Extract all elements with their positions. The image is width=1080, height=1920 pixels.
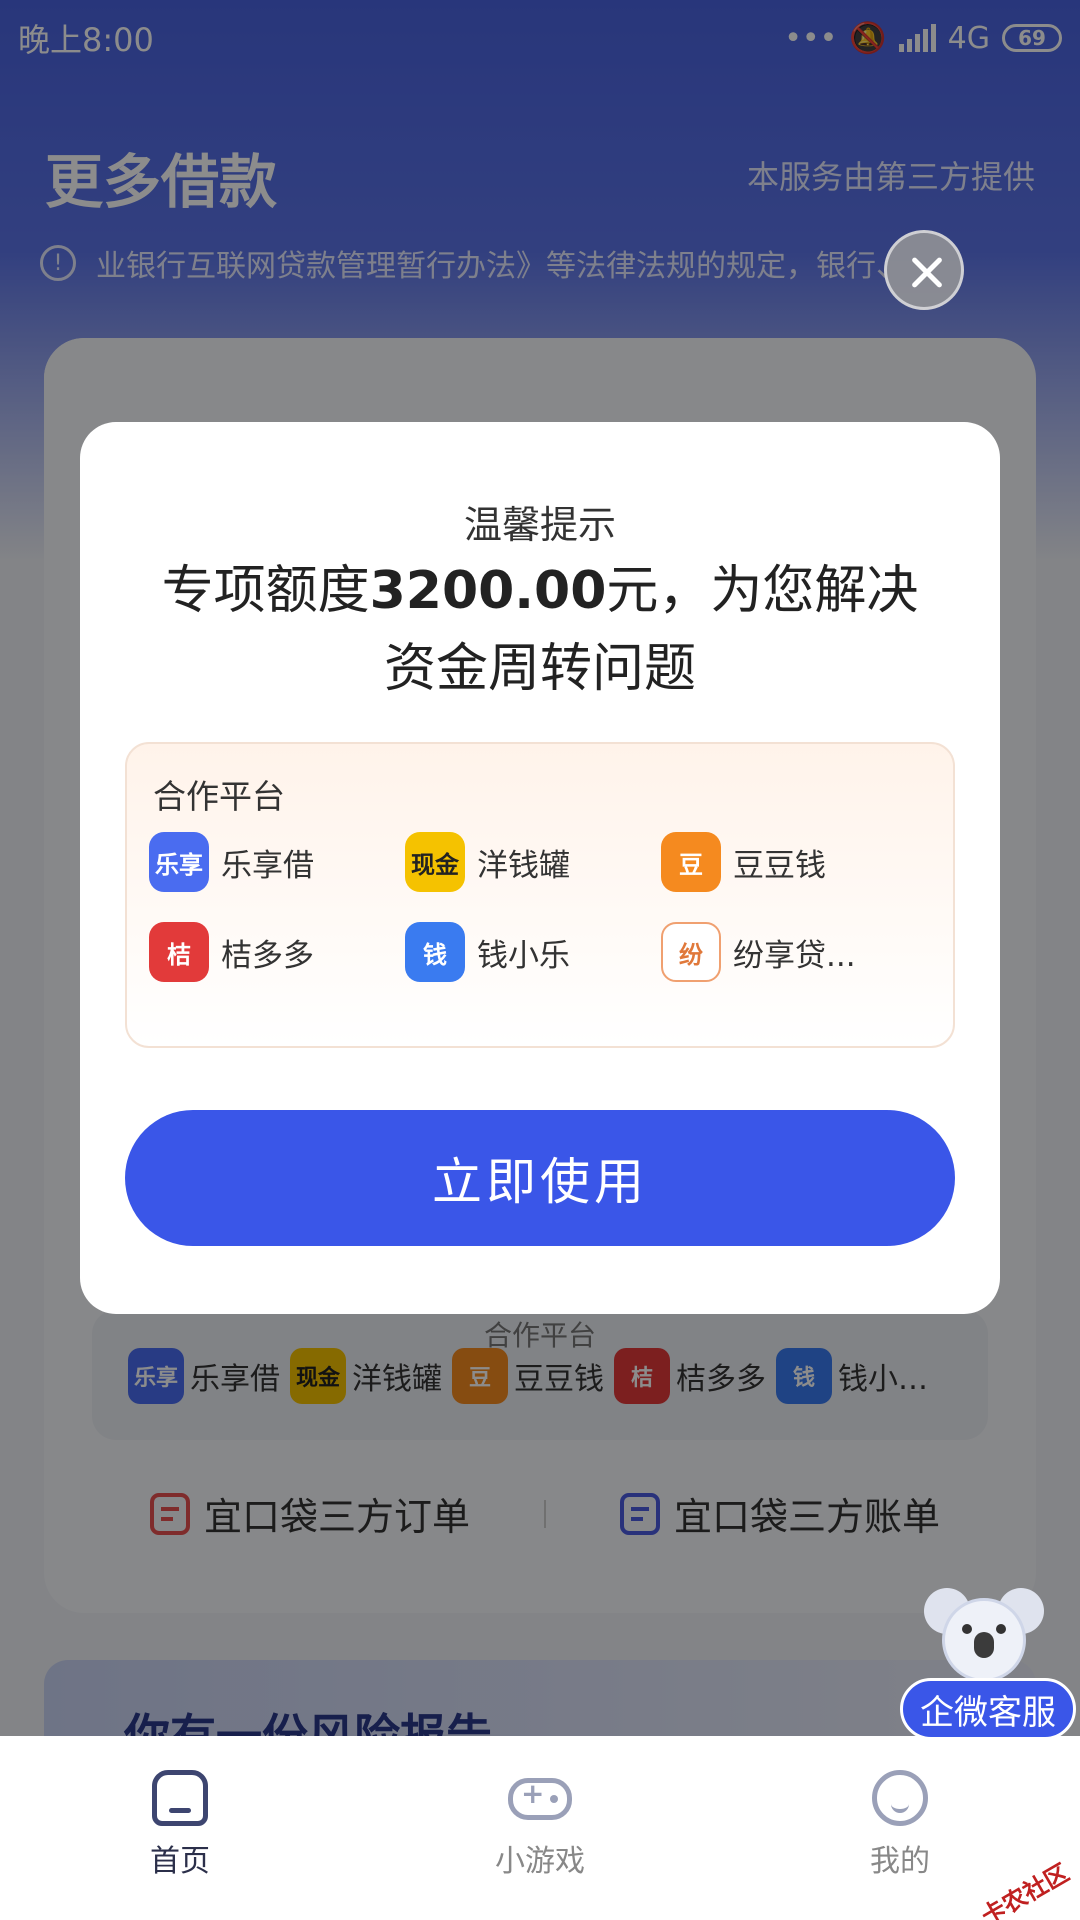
platform-name: 豆豆钱 <box>733 847 826 884</box>
doudouqian-logo-icon: 豆 <box>661 832 721 892</box>
platform-grid: 乐享 乐享借 现金 洋钱罐 豆 豆豆钱 桔 桔多多 钱 钱小乐 纷 纷享贷... <box>149 832 917 982</box>
profile-icon <box>872 1770 928 1826</box>
platform-item[interactable]: 现金 洋钱罐 <box>405 832 661 892</box>
dialog-title: 温馨提示 <box>463 503 616 547</box>
platform-item[interactable]: 钱 钱小乐 <box>405 922 661 982</box>
service-label: 企微客服 <box>900 1678 1076 1740</box>
platform-name: 桔多多 <box>221 937 314 974</box>
partner-platforms: 合作平台 乐享 乐享借 现金 洋钱罐 豆 豆豆钱 桔 桔多多 钱 钱小乐 纷 纷… <box>125 742 955 1048</box>
platforms-title: 合作平台 <box>153 777 285 816</box>
tab-label: 我的 <box>870 1844 930 1879</box>
yangqianguan-logo-icon: 现金 <box>405 832 465 892</box>
promo-dialog: 温馨提示 专项额度3200.00元，为您解决资金周转问题 合作平台 乐享 乐享借… <box>80 422 1000 1314</box>
platform-name: 纷享贷... <box>733 937 856 974</box>
qianxiaole-logo-icon: 钱 <box>405 922 465 982</box>
platform-item[interactable]: 豆 豆豆钱 <box>661 832 917 892</box>
dialog-headline: 专项额度3200.00元，为您解决资金周转问题 <box>140 552 940 708</box>
platform-name: 洋钱罐 <box>477 847 570 884</box>
headline-prefix: 专项额度 <box>161 561 370 621</box>
bottom-tab-bar: 首页 小游戏 我的 <box>0 1736 1080 1920</box>
platform-name: 钱小乐 <box>477 937 570 974</box>
lexiangjie-logo-icon: 乐享 <box>149 832 209 892</box>
close-icon[interactable] <box>884 230 964 310</box>
tab-label: 首页 <box>150 1844 210 1879</box>
tab-games[interactable]: 小游戏 <box>360 1736 720 1920</box>
tab-label: 小游戏 <box>495 1844 585 1879</box>
juduoduo-logo-icon: 桔 <box>149 922 209 982</box>
platform-item[interactable]: 桔 桔多多 <box>149 922 405 982</box>
tab-home[interactable]: 首页 <box>0 1736 360 1920</box>
gamepad-icon <box>508 1777 572 1820</box>
platform-item[interactable]: 乐享 乐享借 <box>149 832 405 892</box>
home-icon <box>152 1770 208 1826</box>
credit-amount: 3200.00 <box>369 561 607 621</box>
platform-item[interactable]: 纷 纷享贷... <box>661 922 917 982</box>
platform-name: 乐享借 <box>221 847 314 884</box>
use-now-button[interactable]: 立即使用 <box>125 1110 955 1246</box>
fenxiangdai-logo-icon: 纷 <box>661 922 721 982</box>
